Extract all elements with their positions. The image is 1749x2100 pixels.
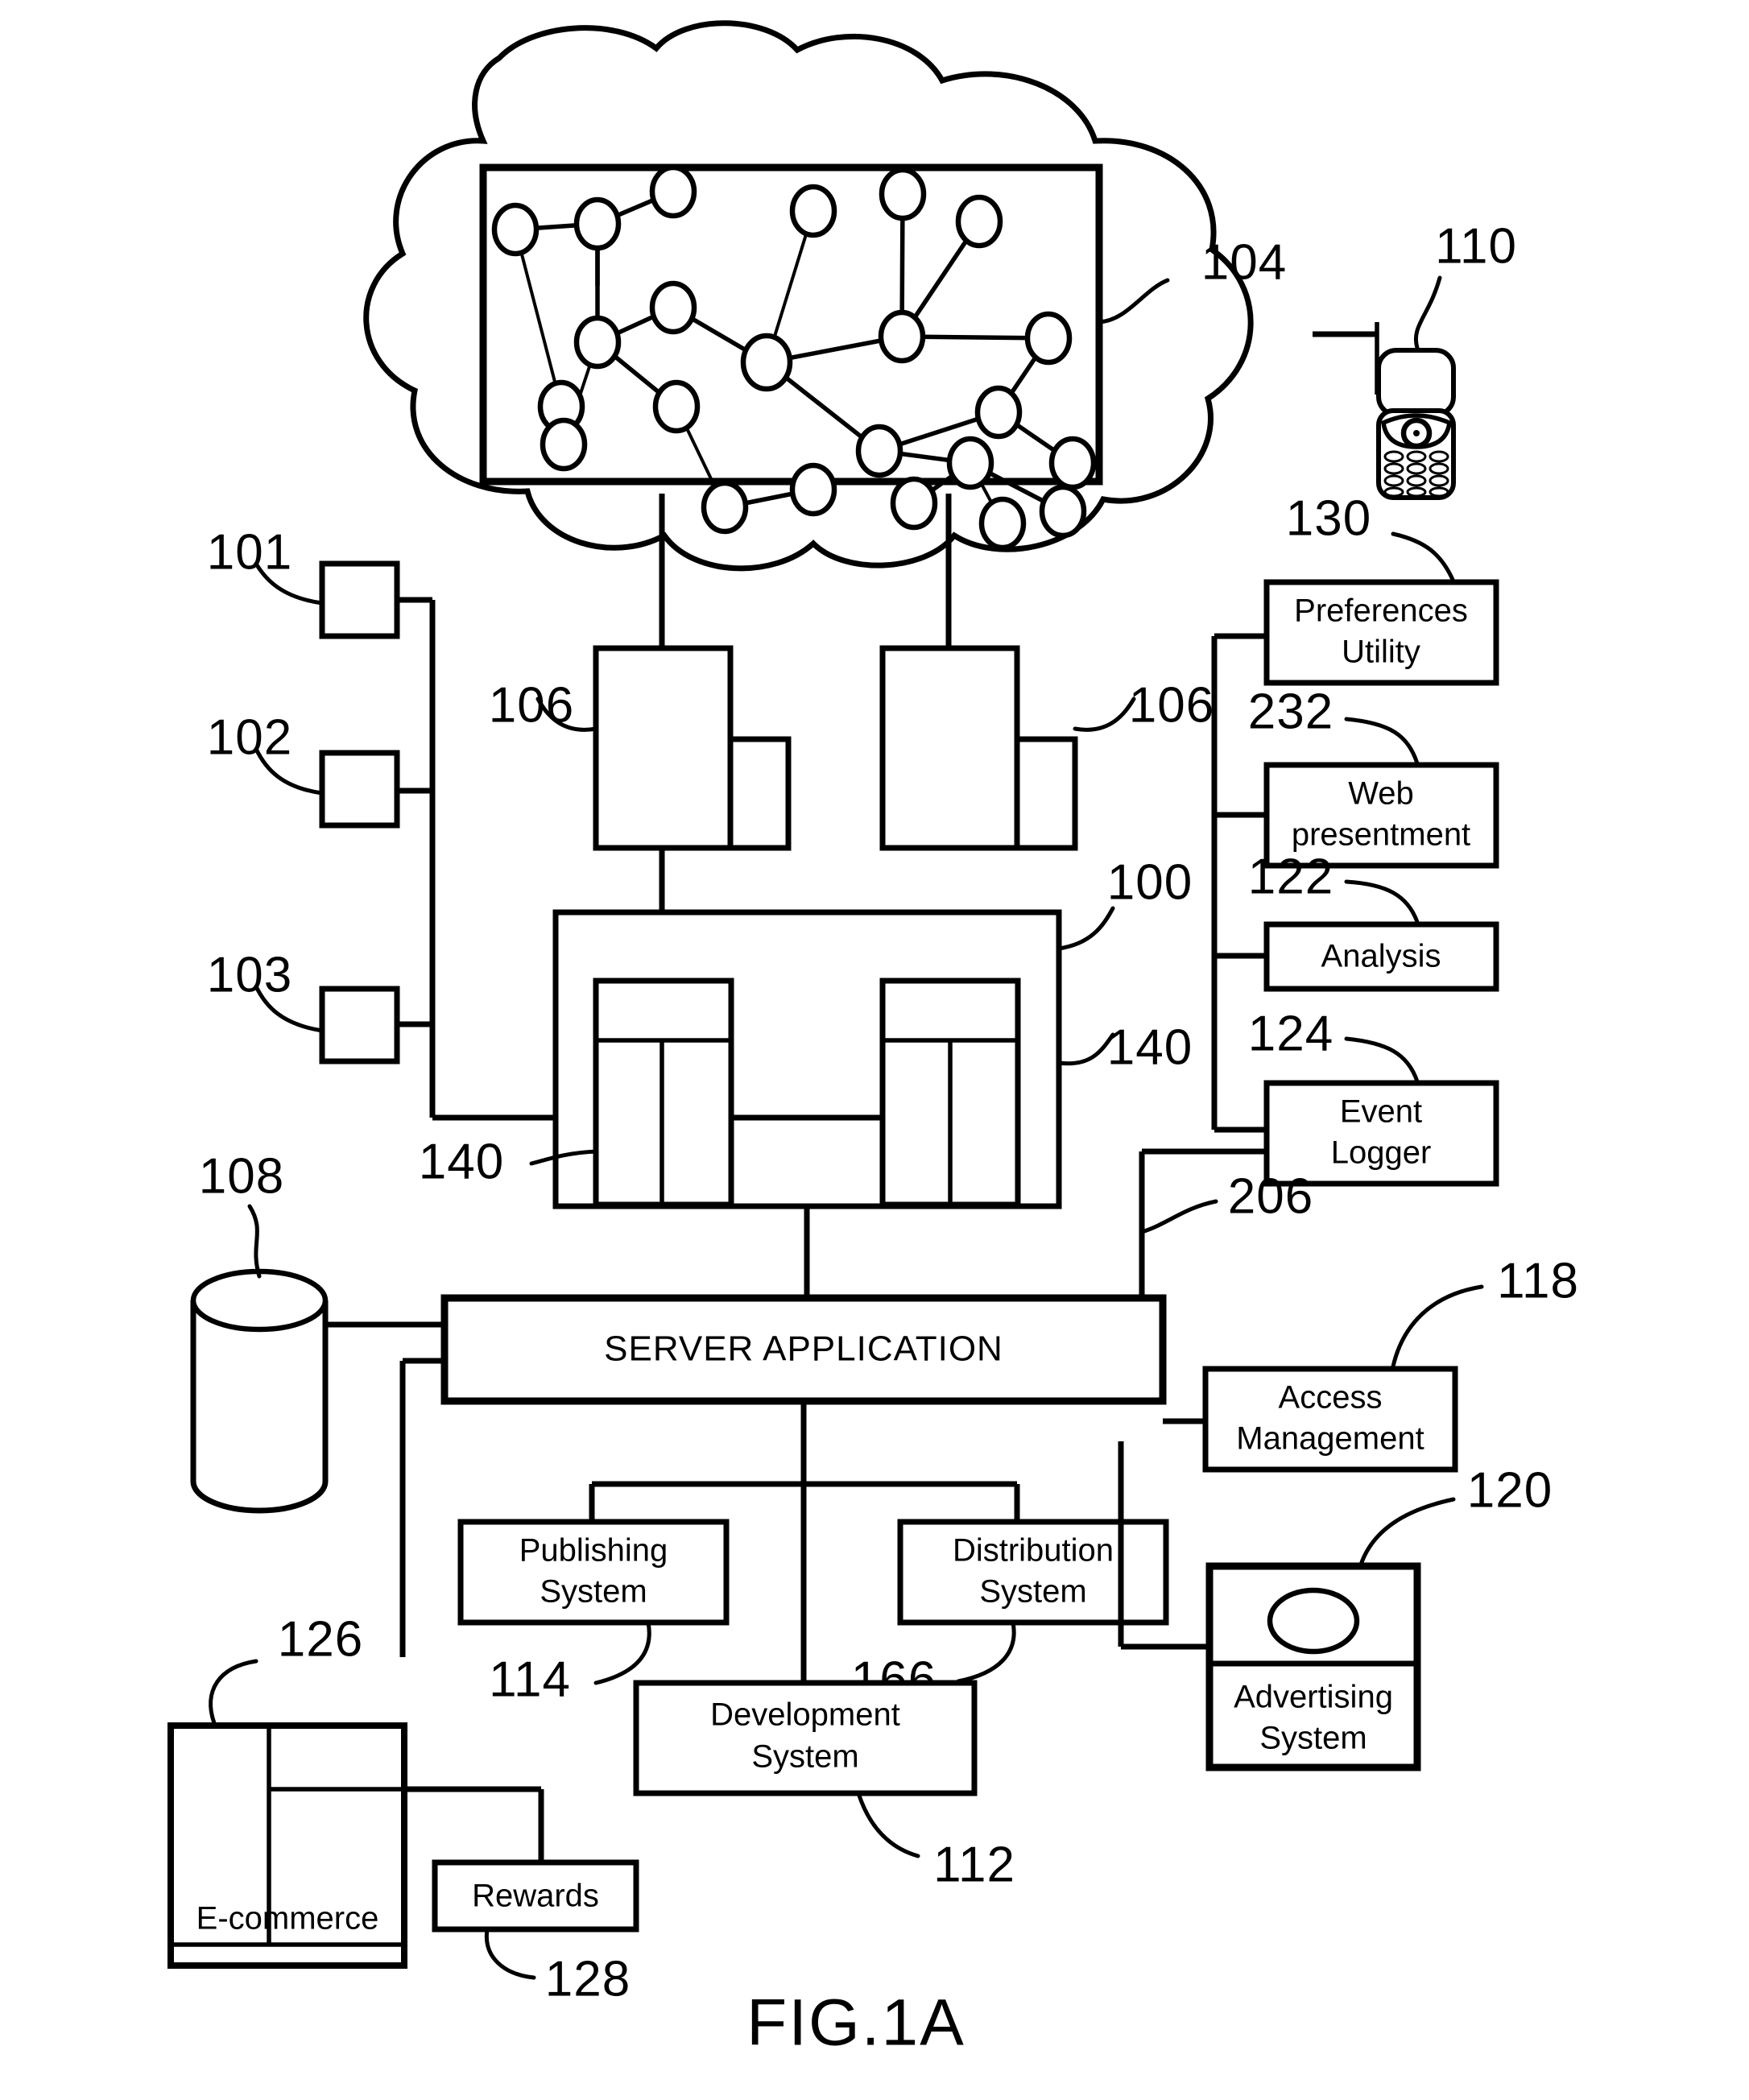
ref-106-left: 106	[489, 677, 574, 733]
client-terminal-103	[319, 986, 400, 1064]
advertising-system-label-line2: System	[1259, 1721, 1367, 1756]
client-terminal-102	[319, 750, 400, 829]
client-terminal-101	[319, 560, 400, 639]
distribution-system-label-line2: System	[979, 1574, 1086, 1610]
ref-140-right: 140	[1107, 1019, 1193, 1075]
service-cluster-100	[552, 909, 1062, 1209]
ref-106-right: 106	[1129, 677, 1214, 733]
ref-126: 126	[278, 1611, 363, 1667]
analysis-label: Analysis	[1321, 939, 1441, 974]
ref-104: 104	[1201, 234, 1287, 290]
web-presentment-label-line1: Web	[1348, 776, 1414, 812]
access-management-label-line1: Access	[1279, 1380, 1383, 1416]
server-application-label: SERVER APPLICATION	[604, 1329, 1003, 1369]
preferences-utility-label-line1: Preferences	[1294, 593, 1468, 629]
ref-128: 128	[545, 1951, 631, 2007]
access-management-box: Access Management	[1202, 1366, 1458, 1473]
ref-120: 120	[1467, 1462, 1553, 1518]
advertising-system-box: Advertising System	[1205, 1562, 1421, 1771]
mobile-phone-icon	[1313, 322, 1456, 500]
development-system-label-line2: System	[751, 1739, 858, 1775]
event-logger-label-line1: Event	[1340, 1094, 1422, 1130]
advertising-system-label-line1: Advertising	[1234, 1680, 1393, 1715]
ref-101: 101	[207, 524, 292, 580]
access-management-label-line2: Management	[1236, 1421, 1424, 1457]
ecommerce-monitor-icon: E-commerce	[167, 1722, 407, 1969]
preferences-utility-label-line2: Utility	[1342, 635, 1420, 670]
ref-114: 114	[489, 1651, 571, 1707]
ref-112: 112	[933, 1837, 1015, 1892]
ref-118: 118	[1497, 1253, 1579, 1308]
ref-103: 103	[207, 947, 292, 1002]
publishing-system-label-line2: System	[540, 1574, 647, 1610]
ref-140-left: 140	[419, 1134, 504, 1189]
ref-110: 110	[1435, 218, 1517, 274]
event-logger-label-line2: Logger	[1331, 1135, 1432, 1171]
ref-232: 232	[1248, 684, 1333, 739]
network-graph-icon	[479, 163, 1103, 551]
publishing-system-label-line1: Publishing	[519, 1533, 668, 1569]
publishing-system-box: Publishing System	[457, 1519, 730, 1626]
distribution-system-box: Distribution System	[897, 1519, 1169, 1626]
development-system-box: Development System	[633, 1680, 978, 1796]
preferences-utility-box: Preferences Utility	[1263, 579, 1499, 686]
database-cylinder-icon	[190, 1268, 329, 1514]
analysis-box: Analysis	[1263, 921, 1499, 992]
ref-130: 130	[1286, 490, 1371, 546]
ref-122: 122	[1248, 849, 1333, 904]
rewards-label: Rewards	[472, 1879, 599, 1914]
web-presentment-label-line2: presentment	[1292, 817, 1470, 853]
ref-206: 206	[1228, 1168, 1313, 1224]
ref-108: 108	[199, 1148, 284, 1204]
server-application-box: SERVER APPLICATION	[440, 1294, 1167, 1405]
ref-102: 102	[207, 709, 292, 765]
development-system-label-line1: Development	[710, 1697, 900, 1733]
ref-100: 100	[1107, 854, 1193, 910]
rewards-box: Rewards	[432, 1859, 639, 1933]
ecommerce-label: E-commerce	[196, 1901, 379, 1937]
figure-caption: FIG.1A	[746, 1986, 965, 2060]
patent-figure-1a: 104 110 101 102 103 106 106 100 140 140 …	[0, 0, 1749, 2100]
distribution-system-label-line1: Distribution	[953, 1533, 1114, 1569]
ref-124: 124	[1248, 1006, 1333, 1061]
